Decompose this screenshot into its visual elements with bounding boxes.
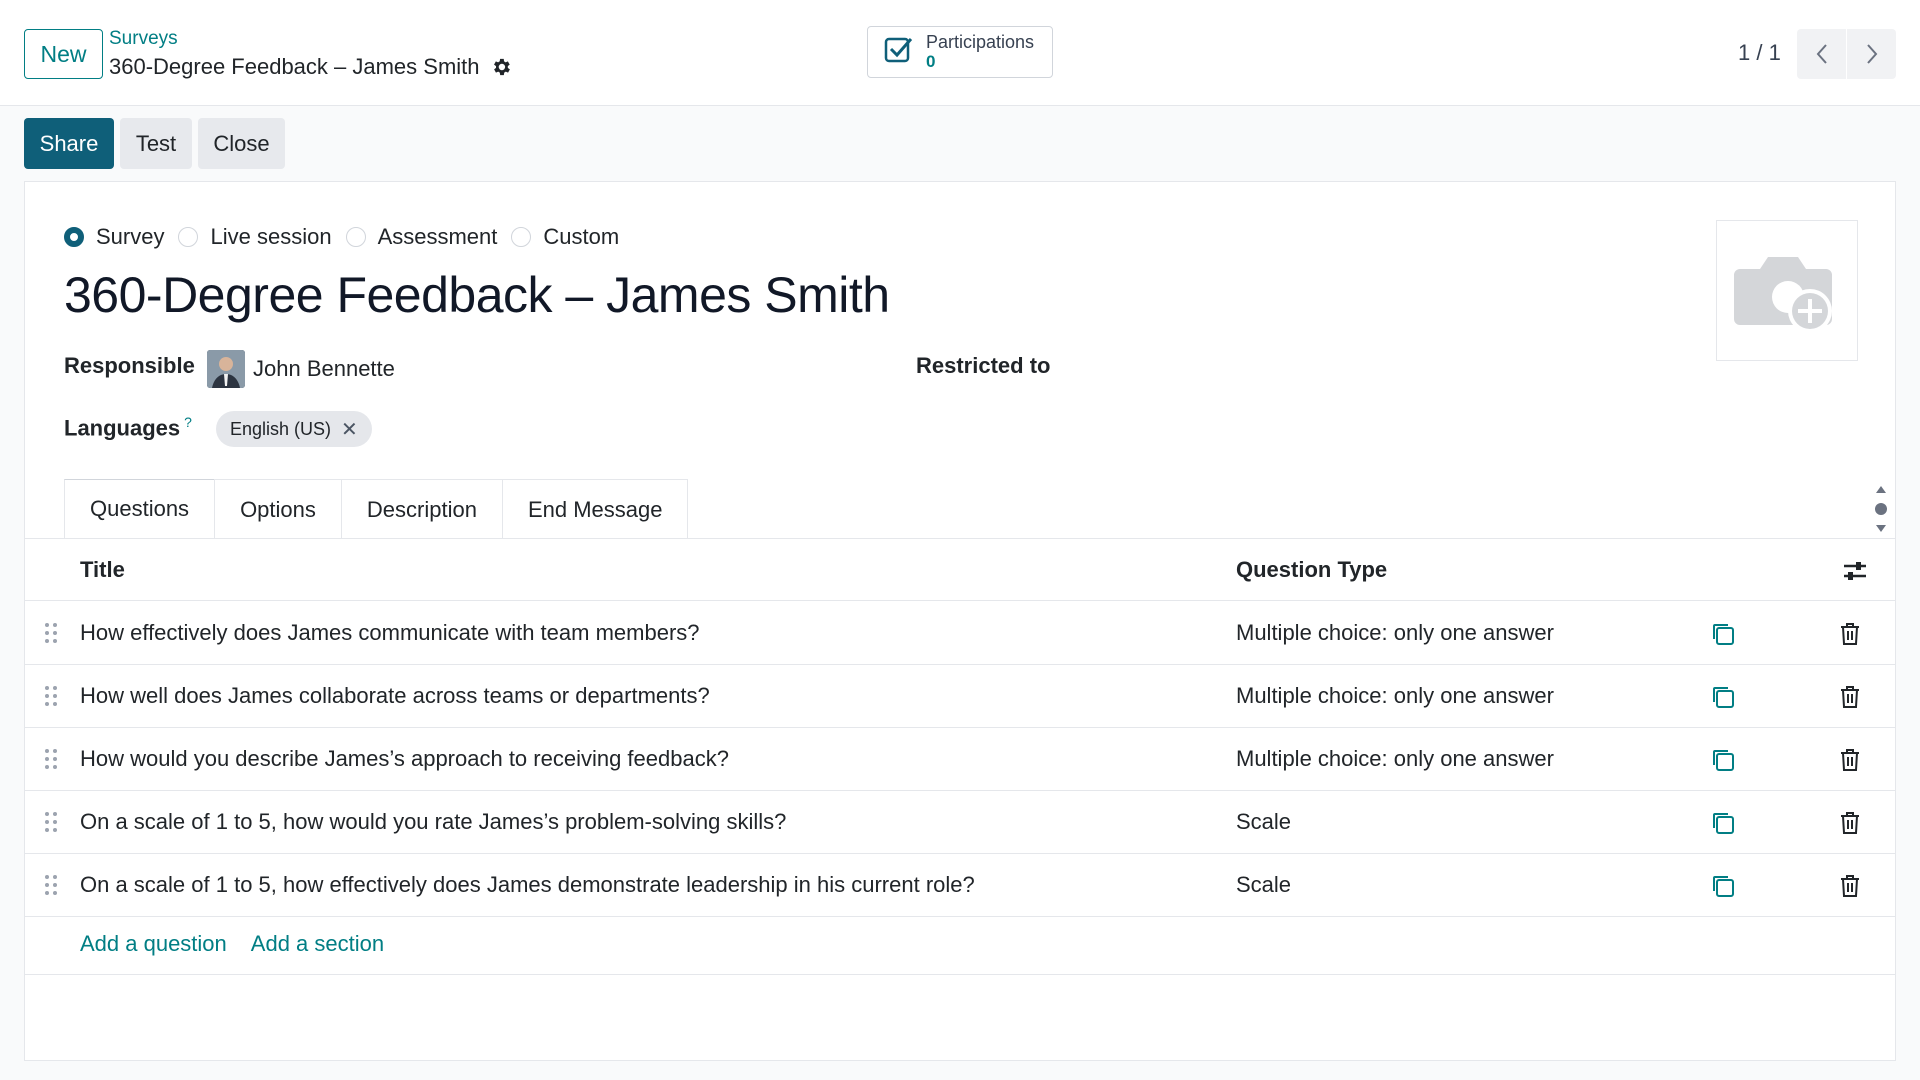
breadcrumb-current-label: 360-Degree Feedback – James Smith bbox=[109, 54, 480, 79]
trash-icon[interactable] bbox=[1838, 621, 1862, 647]
checkbox-icon bbox=[884, 35, 914, 70]
trash-icon[interactable] bbox=[1838, 873, 1862, 899]
copy-icon[interactable] bbox=[1710, 810, 1736, 836]
tab-description[interactable]: Description bbox=[340, 479, 503, 539]
tab-end-message[interactable]: End Message bbox=[501, 479, 689, 539]
participations-label: Participations bbox=[926, 32, 1035, 52]
language-tag-label: English (US) bbox=[230, 418, 332, 439]
question-title: How would you describe James’s approach … bbox=[80, 746, 729, 771]
gear-icon[interactable] bbox=[490, 56, 512, 78]
question-type: Multiple choice: only one answer bbox=[1236, 620, 1554, 645]
drag-handle-icon[interactable] bbox=[44, 748, 58, 770]
trash-icon[interactable] bbox=[1838, 747, 1862, 773]
copy-icon[interactable] bbox=[1710, 747, 1736, 773]
column-header-question-type[interactable]: Question Type bbox=[1236, 557, 1387, 583]
scroll-indicator-icon[interactable] bbox=[1874, 484, 1888, 534]
add-section-link[interactable]: Add a section bbox=[251, 931, 384, 957]
share-button[interactable]: Share bbox=[24, 118, 114, 169]
question-title: On a scale of 1 to 5, how effectively do… bbox=[80, 872, 975, 897]
languages-label-wrapper: Languages? bbox=[64, 414, 192, 441]
drag-handle-icon[interactable] bbox=[44, 685, 58, 707]
drag-handle-icon[interactable] bbox=[44, 811, 58, 833]
pager-next-button[interactable] bbox=[1847, 29, 1896, 79]
table-header: Title Question Type bbox=[25, 539, 1895, 601]
table-row[interactable]: On a scale of 1 to 5, how would you rate… bbox=[25, 791, 1895, 854]
pager-value: 1 / 1 bbox=[1738, 40, 1781, 65]
camera-add-icon bbox=[1734, 256, 1832, 333]
breadcrumb-surveys-link[interactable]: Surveys bbox=[109, 28, 178, 50]
question-type: Scale bbox=[1236, 872, 1292, 897]
question-type: Multiple choice: only one answer bbox=[1236, 746, 1554, 771]
table-bottom-divider bbox=[25, 974, 1895, 975]
breadcrumb-current: 360-Degree Feedback – James Smith bbox=[109, 54, 512, 80]
close-button[interactable]: Close bbox=[198, 118, 285, 169]
table-row[interactable]: How effectively does James communicate w… bbox=[25, 602, 1895, 665]
radio-live-session-label: Live session bbox=[210, 224, 332, 249]
control-panel: New Surveys 360-Degree Feedback – James … bbox=[0, 0, 1920, 106]
participations-button[interactable]: Participations 0 bbox=[867, 26, 1053, 78]
background-image-upload[interactable] bbox=[1716, 220, 1858, 361]
question-title: How well does James collaborate across t… bbox=[80, 683, 710, 708]
radio-survey-label: Survey bbox=[96, 224, 165, 249]
test-button[interactable]: Test bbox=[120, 118, 192, 169]
notebook-tabs: Questions Options Description End Messag… bbox=[64, 479, 689, 539]
responsible-label: Responsible bbox=[64, 353, 195, 378]
copy-icon[interactable] bbox=[1710, 621, 1736, 647]
copy-icon[interactable] bbox=[1710, 684, 1736, 710]
radio-assessment-dot[interactable] bbox=[345, 227, 366, 247]
table-row[interactable]: How well does James collaborate across t… bbox=[25, 665, 1895, 728]
radio-live-session-dot[interactable] bbox=[178, 227, 199, 247]
column-header-title[interactable]: Title bbox=[80, 557, 125, 583]
question-title: How effectively does James communicate w… bbox=[80, 620, 700, 645]
optional-columns-icon[interactable] bbox=[1842, 559, 1868, 583]
avatar bbox=[207, 350, 245, 388]
chevron-left-icon bbox=[1816, 44, 1827, 64]
pager-previous-button[interactable] bbox=[1797, 29, 1846, 79]
table-row[interactable]: How would you describe James’s approach … bbox=[25, 728, 1895, 791]
radio-custom-label: Custom bbox=[543, 224, 620, 249]
add-line-links: Add a question Add a section bbox=[80, 931, 384, 957]
question-title: On a scale of 1 to 5, how would you rate… bbox=[80, 809, 787, 834]
drag-handle-icon[interactable] bbox=[44, 874, 58, 896]
radio-assessment[interactable]: Assessment bbox=[345, 224, 498, 250]
participations-count: 0 bbox=[926, 52, 936, 71]
radio-survey[interactable]: Survey bbox=[64, 224, 164, 250]
drag-handle-icon[interactable] bbox=[44, 622, 58, 644]
languages-help-tooltip[interactable]: ? bbox=[184, 414, 192, 430]
tab-questions[interactable]: Questions bbox=[64, 479, 216, 539]
copy-icon[interactable] bbox=[1710, 873, 1736, 899]
radio-custom-dot[interactable] bbox=[511, 227, 532, 247]
radio-assessment-label: Assessment bbox=[377, 224, 498, 249]
close-icon[interactable]: ✕ bbox=[341, 417, 358, 442]
radio-live-session[interactable]: Live session bbox=[178, 224, 332, 250]
radio-custom[interactable]: Custom bbox=[511, 224, 619, 250]
question-type: Scale bbox=[1236, 809, 1292, 834]
trash-icon[interactable] bbox=[1838, 810, 1862, 836]
survey-type-radio-group: Survey Live session Assessment Custom bbox=[64, 224, 619, 250]
form-sheet: Survey Live session Assessment Custom 36… bbox=[24, 181, 1896, 1061]
add-question-link[interactable]: Add a question bbox=[80, 931, 227, 957]
restricted-to-label: Restricted to bbox=[916, 353, 1051, 378]
tab-options[interactable]: Options bbox=[214, 479, 342, 539]
responsible-value: John Bennette bbox=[253, 356, 395, 381]
language-tag: English (US) ✕ bbox=[216, 411, 372, 447]
chevron-right-icon bbox=[1866, 44, 1877, 64]
radio-survey-dot[interactable] bbox=[64, 227, 84, 247]
languages-label: Languages bbox=[64, 415, 181, 441]
trash-icon[interactable] bbox=[1838, 684, 1862, 710]
new-button[interactable]: New bbox=[24, 29, 103, 79]
question-type: Multiple choice: only one answer bbox=[1236, 683, 1554, 708]
survey-title-input[interactable]: 360-Degree Feedback – James Smith bbox=[64, 266, 890, 324]
table-row[interactable]: On a scale of 1 to 5, how effectively do… bbox=[25, 854, 1895, 917]
responsible-field[interactable]: John Bennette bbox=[207, 350, 395, 388]
